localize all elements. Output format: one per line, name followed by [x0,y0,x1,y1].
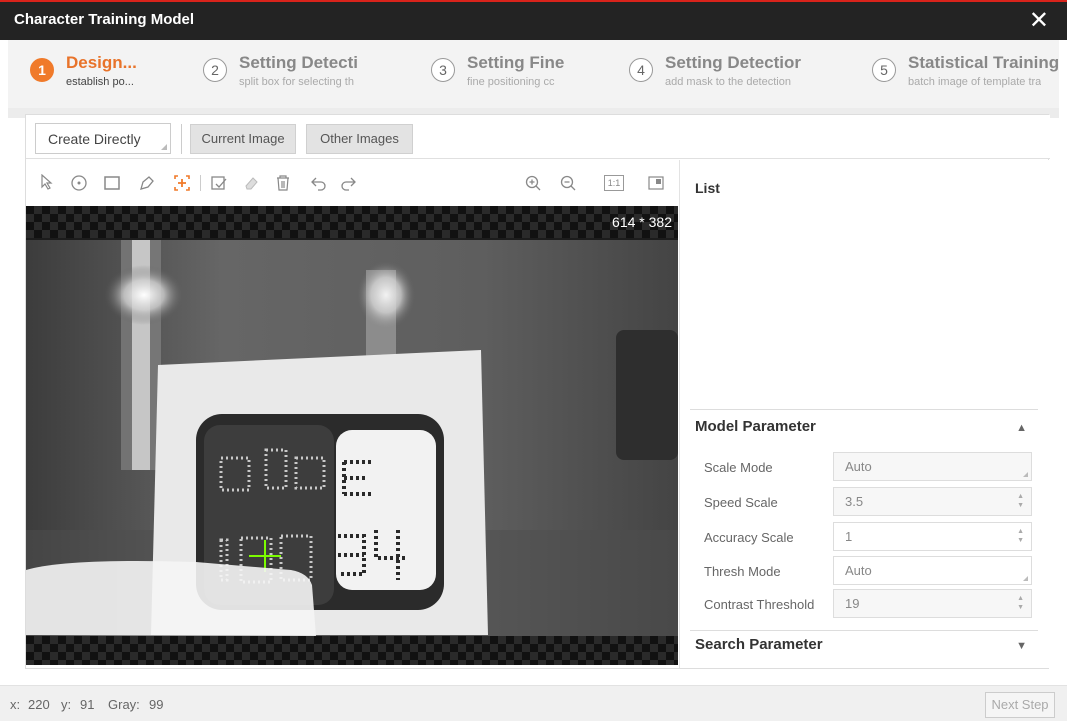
eraser-icon[interactable] [242,174,260,192]
spinner-arrows-icon[interactable]: ▲ ▼ [1017,594,1024,612]
spinner-arrows-icon[interactable]: ▲ ▼ [1017,527,1024,545]
step-4-number: 4 [629,58,653,82]
create-mode-dropdown[interactable]: Create Directly [35,123,171,154]
step-2[interactable]: 2 Setting Detecti split box for selectin… [203,52,373,96]
rectangle-tool-icon[interactable] [103,174,121,192]
x-label: x: [10,697,21,712]
step-1[interactable]: 1 Design... establish po... [30,52,190,96]
x-value: 220 [28,697,50,712]
zoom-out-icon[interactable] [559,174,577,192]
y-label: y: [61,697,72,712]
select-corner-icon [1023,576,1028,581]
scale-mode-value: Auto [845,459,872,474]
param-label: Contrast Threshold [704,597,815,612]
step-wizard: 1 Design... establish po... 2 Setting De… [8,40,1059,108]
divider [181,124,182,154]
search-parameter-header[interactable]: Search Parameter [695,636,823,653]
y-value: 91 [80,697,95,712]
other-images-button[interactable]: Other Images [306,124,413,154]
delete-icon[interactable] [274,174,292,192]
contrast-threshold-value: 19 [845,596,860,611]
step-3-subtitle: fine positioning cc [467,76,555,88]
param-label: Speed Scale [704,495,778,510]
step-3[interactable]: 3 Setting Fine fine positioning cc [431,52,591,96]
step-5-title: Statistical Training [908,53,1059,72]
chevron-up-icon[interactable]: ▲ [1016,422,1027,434]
close-icon[interactable]: ✕ [1029,6,1049,35]
image-canvas[interactable]: 614 * 382 [26,206,678,665]
step-5-number: 5 [872,58,896,82]
step-1-number: 1 [30,58,54,82]
step-3-title: Setting Fine [467,53,565,72]
polygon-tool-icon[interactable] [138,174,156,192]
thresh-mode-value: Auto [845,563,872,578]
step-4-subtitle: add mask to the detection [665,76,791,88]
next-step-button[interactable]: Next Step [985,692,1055,718]
spinner-arrows-icon[interactable]: ▲ ▼ [1017,492,1024,510]
window-title: Character Training Model [14,11,195,28]
image-toolbar: 1:1 [26,160,678,206]
actual-size-icon[interactable]: 1:1 [604,175,624,191]
camera-image-scene [26,240,678,636]
gray-value: 99 [149,697,164,712]
image-dimensions: 614 * 382 [612,214,672,230]
step-5[interactable]: 5 Statistical Training batch image of te… [872,52,1059,96]
gray-label: Gray: [108,697,140,712]
param-label: Thresh Mode [704,564,781,579]
pointer-icon[interactable] [38,173,56,192]
step-1-title: Design... [66,53,137,72]
step-4[interactable]: 4 Setting Detectior add mask to the dete… [629,52,839,96]
step-5-subtitle: batch image of template tra [908,76,1042,88]
step-1-subtitle: establish po... [66,76,134,88]
image-source-bar: Create Directly Current Image Other Imag… [26,115,1050,159]
list-title: List [695,180,720,196]
canvas-border-top [26,206,678,238]
step-3-number: 3 [431,58,455,82]
thresh-mode-select[interactable]: Auto [833,556,1032,585]
right-panel: List Model Parameter ▲ Scale Mode Auto S… [679,160,1049,668]
list-separator [690,409,1038,410]
status-bar: x: 220 y: 91 Gray: 99 Next Step [0,685,1067,721]
dropdown-corner-icon [161,144,167,150]
create-mode-value: Create Directly [48,131,141,147]
speed-scale-value: 3.5 [845,494,864,509]
step-2-number: 2 [203,58,227,82]
title-bar: Character Training Model ✕ [0,0,1067,40]
contrast-threshold-spinbox[interactable]: 19 ▲ ▼ [833,589,1032,618]
section-separator [690,630,1038,631]
toolbar-divider [200,175,201,191]
circle-tool-icon[interactable] [70,174,88,192]
model-parameter-header[interactable]: Model Parameter [695,418,816,435]
accuracy-scale-value: 1 [845,529,853,544]
step-4-title: Setting Detectior [665,53,802,72]
canvas-border-bottom [26,636,678,665]
zoom-in-icon[interactable] [524,174,542,192]
select-corner-icon [1023,472,1028,477]
redo-icon[interactable] [339,174,357,192]
add-roi-icon[interactable] [173,174,191,192]
speed-scale-spinbox[interactable]: 3.5 ▲ ▼ [833,487,1032,516]
camera-image [26,240,678,636]
chevron-down-icon[interactable]: ▼ [1016,640,1027,652]
step-2-subtitle: split box for selecting th [239,76,354,88]
edit-roi-icon[interactable] [210,174,228,192]
current-image-button[interactable]: Current Image [190,124,296,154]
scale-mode-select[interactable]: Auto [833,452,1032,481]
step-2-title: Setting Detecti [239,53,359,72]
main-content: Create Directly Current Image Other Imag… [25,114,1050,669]
fit-window-icon[interactable] [647,174,665,192]
accuracy-scale-spinbox[interactable]: 1 ▲ ▼ [833,522,1032,551]
undo-icon[interactable] [310,174,328,192]
param-label: Accuracy Scale [704,530,794,545]
param-label: Scale Mode [704,460,773,475]
